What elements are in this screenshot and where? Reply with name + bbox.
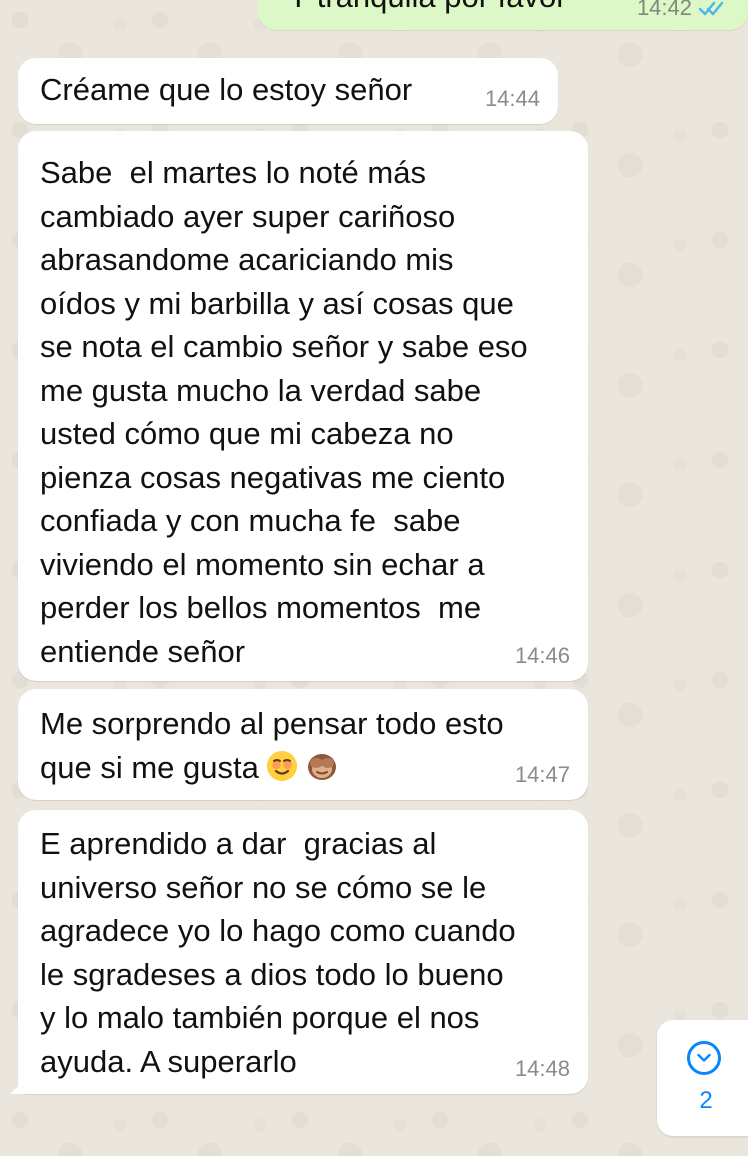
message-time: 14:44 <box>484 86 540 111</box>
message-text: Sabe el martes lo noté más cambiado ayer… <box>40 155 528 669</box>
incoming-message[interactable]: Créame que lo estoy señor 14:44 <box>18 58 558 124</box>
smiling-face-emoji <box>266 750 297 781</box>
message-time: 14:46 <box>514 643 570 668</box>
incoming-message[interactable]: Sabe el martes lo noté más cambiado ayer… <box>18 131 588 681</box>
outgoing-message-meta: 14:42 <box>637 0 726 21</box>
message-time: 14:47 <box>514 762 570 787</box>
unread-count-badge: 2 <box>699 1087 713 1114</box>
outgoing-message[interactable]: Y tranquila por favor 14:42 <box>258 0 748 30</box>
see-no-evil-monkey-emoji <box>307 753 336 780</box>
message-text: Créame que lo estoy señor <box>40 72 413 107</box>
outgoing-message-time: 14:42 <box>636 0 692 20</box>
outgoing-message-text: Y tranquila por favor <box>288 0 567 16</box>
incoming-message[interactable]: E aprendido a dar gracias al universo se… <box>18 810 588 1094</box>
double-check-icon <box>698 1 724 16</box>
message-tail <box>10 1079 26 1094</box>
scroll-to-bottom-button[interactable]: 2 <box>657 1020 748 1136</box>
message-text: E aprendido a dar gracias al universo se… <box>40 826 516 1079</box>
chevron-down-icon <box>687 1041 721 1075</box>
message-text: Me sorprendo al pensar todo esto que si … <box>40 702 575 789</box>
incoming-message[interactable]: Me sorprendo al pensar todo esto que si … <box>18 689 588 800</box>
message-time: 14:48 <box>514 1056 570 1081</box>
